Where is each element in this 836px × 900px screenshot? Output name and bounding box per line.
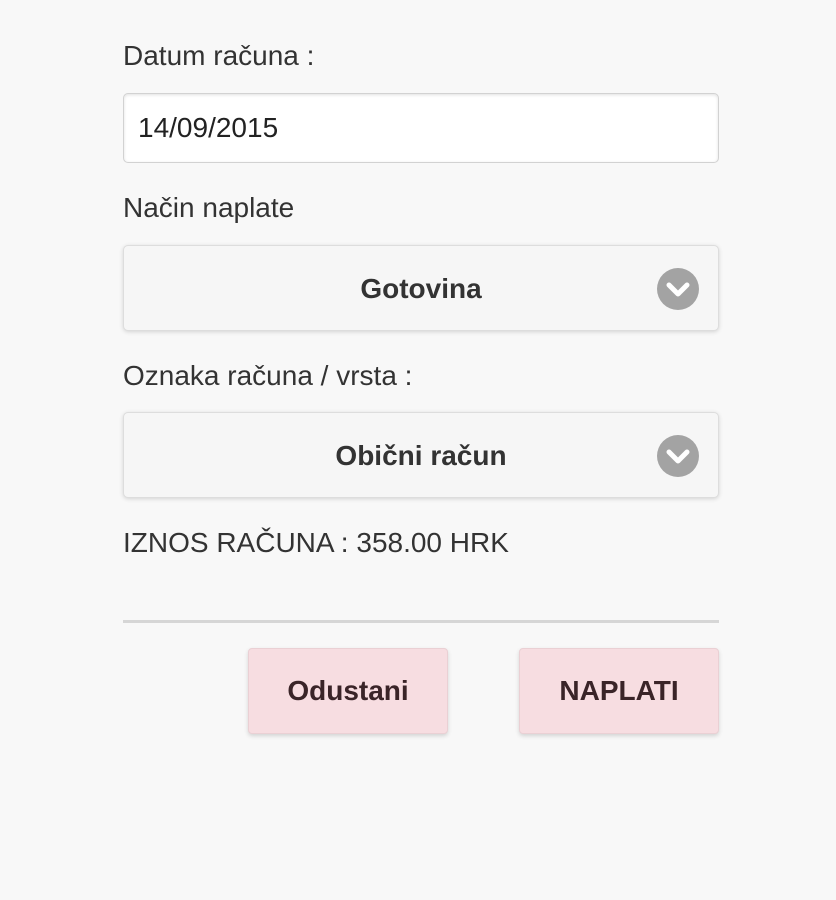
charge-button[interactable]: NAPLATI: [519, 648, 719, 734]
invoice-type-selected-value: Obični račun: [335, 440, 507, 471]
invoice-date-label: Datum računa :: [123, 40, 315, 71]
payment-method-selected-value: Gotovina: [360, 273, 482, 304]
payment-method-label: Način naplate: [123, 192, 295, 223]
payment-method-select[interactable]: Gotovina: [123, 245, 719, 331]
chevron-down-icon: [657, 268, 699, 310]
cancel-button[interactable]: Odustani: [248, 648, 448, 734]
chevron-down-icon: [657, 435, 699, 477]
invoice-type-select[interactable]: Obični račun: [123, 412, 719, 498]
invoice-amount-text: IZNOS RAČUNA : 358.00 HRK: [123, 527, 509, 558]
invoice-type-label: Oznaka računa / vrsta :: [123, 360, 413, 391]
invoice-date-input[interactable]: [123, 93, 719, 163]
divider: [123, 620, 719, 623]
